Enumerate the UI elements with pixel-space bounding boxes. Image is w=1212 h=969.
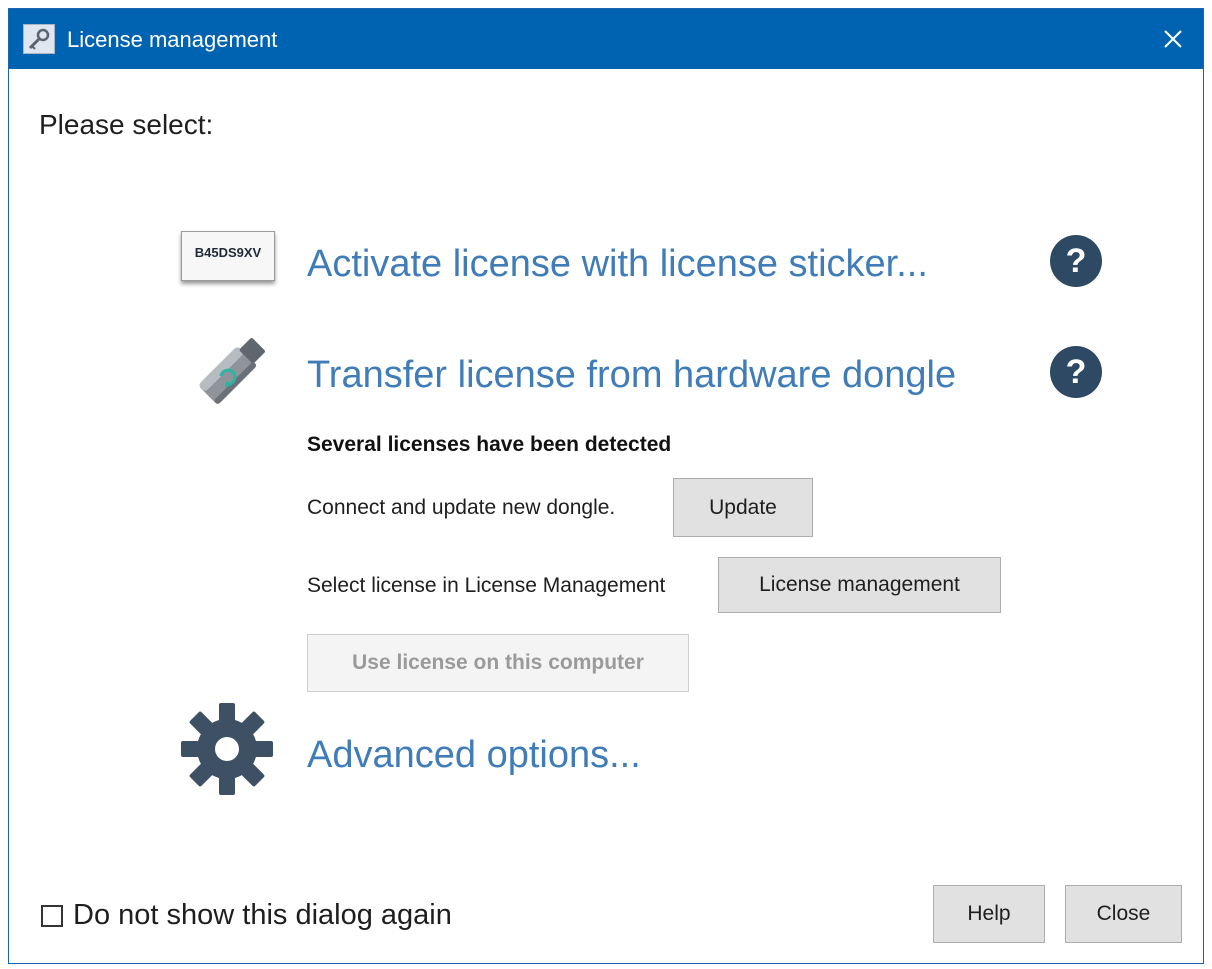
use-license-button[interactable]: Use license on this computer [307, 634, 689, 692]
sticker-code: B45DS9XV [194, 245, 262, 260]
license-dialog: License management Please select: B45DS9… [8, 8, 1204, 964]
title-bar: License management [9, 9, 1203, 69]
help-button[interactable]: Help [933, 885, 1045, 943]
activate-sticker-link[interactable]: Activate license with license sticker... [307, 243, 928, 286]
select-license-description: Select license in License Management [307, 574, 666, 597]
checkbox-box[interactable] [41, 905, 63, 927]
advanced-options-link[interactable]: Advanced options... [307, 734, 641, 777]
license-sticker-icon: B45DS9XV [181, 231, 275, 281]
sticker-help-icon[interactable]: ? [1050, 235, 1102, 287]
update-description: Connect and update new dongle. [307, 496, 616, 519]
usb-dongle-icon [179, 324, 279, 429]
close-button[interactable]: Close [1065, 885, 1182, 943]
update-button[interactable]: Update [673, 478, 813, 537]
dongle-help-icon[interactable]: ? [1050, 346, 1102, 398]
key-icon [23, 24, 55, 54]
window-title: License management [67, 27, 278, 52]
checkbox-label: Do not show this dialog again [73, 899, 452, 931]
close-icon[interactable] [1153, 19, 1193, 59]
license-management-button[interactable]: License management [718, 557, 1001, 613]
gear-icon [179, 701, 275, 802]
transfer-dongle-link[interactable]: Transfer license from hardware dongle [307, 354, 956, 397]
detected-status: Several licenses have been detected [307, 433, 672, 456]
prompt-text: Please select: [39, 109, 214, 140]
